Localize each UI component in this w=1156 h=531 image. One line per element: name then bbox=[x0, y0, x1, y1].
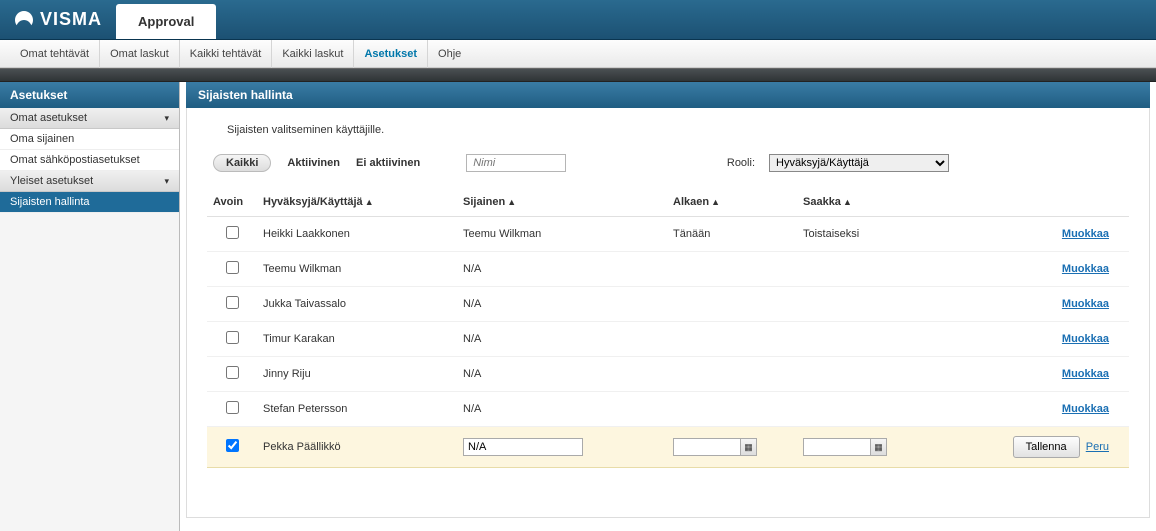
cell-from bbox=[667, 392, 797, 427]
role-select[interactable]: Hyväksyjä/Käyttäjä bbox=[769, 154, 949, 172]
open-checkbox[interactable] bbox=[226, 366, 239, 379]
calendar-icon[interactable]: ▦ bbox=[871, 438, 887, 456]
menu-ohje[interactable]: Ohje bbox=[428, 40, 471, 68]
cell-until bbox=[797, 252, 907, 287]
cell-until bbox=[797, 392, 907, 427]
open-checkbox[interactable] bbox=[226, 439, 239, 452]
page-title: Sijaisten hallinta bbox=[186, 82, 1150, 108]
sidebar-item-oma-sijainen[interactable]: Oma sijainen bbox=[0, 129, 179, 150]
menu-asetukset[interactable]: Asetukset bbox=[354, 40, 428, 68]
cell-until bbox=[797, 322, 907, 357]
col-substitute[interactable]: Sijainen▲ bbox=[457, 188, 667, 217]
filter-inactive-button[interactable]: Ei aktiivinen bbox=[356, 157, 420, 169]
menu-bar: Omat tehtävät Omat laskut Kaikki tehtävä… bbox=[0, 40, 1156, 68]
sort-asc-icon: ▲ bbox=[507, 197, 516, 207]
filter-row: Kaikki Aktiivinen Ei aktiivinen Rooli: H… bbox=[213, 154, 1129, 172]
calendar-icon[interactable]: ▦ bbox=[741, 438, 757, 456]
cell-substitute: N/A bbox=[457, 252, 667, 287]
col-until[interactable]: Saakka▲ bbox=[797, 188, 907, 217]
edit-link[interactable]: Muokkaa bbox=[1062, 298, 1109, 310]
cell-until bbox=[797, 287, 907, 322]
dark-spacer bbox=[0, 68, 1156, 82]
edit-link[interactable]: Muokkaa bbox=[1062, 403, 1109, 415]
open-checkbox[interactable] bbox=[226, 401, 239, 414]
table-row: Timur KarakanN/A Muokkaa bbox=[207, 322, 1129, 357]
edit-link[interactable]: Muokkaa bbox=[1062, 333, 1109, 345]
substitute-input[interactable] bbox=[463, 438, 583, 456]
col-user[interactable]: Hyväksyjä/Käyttäjä▲ bbox=[257, 188, 457, 217]
module-tab-approval[interactable]: Approval bbox=[116, 4, 216, 39]
table-row: Jukka TaivassaloN/A Muokkaa bbox=[207, 287, 1129, 322]
sort-asc-icon: ▲ bbox=[711, 197, 720, 207]
cell-from bbox=[667, 252, 797, 287]
filter-all-button[interactable]: Kaikki bbox=[213, 154, 271, 172]
cell-user: Jinny Riju bbox=[257, 357, 457, 392]
cell-substitute: N/A bbox=[457, 287, 667, 322]
cell-user: Pekka Päällikkö bbox=[257, 427, 457, 468]
col-from[interactable]: Alkaen▲ bbox=[667, 188, 797, 217]
cell-substitute: N/A bbox=[457, 392, 667, 427]
sidebar-group-label: Omat asetukset bbox=[10, 112, 87, 124]
chevron-down-icon: ▾ bbox=[164, 113, 169, 124]
cell-from: Tänään bbox=[667, 217, 797, 252]
open-checkbox[interactable] bbox=[226, 331, 239, 344]
sidebar: Asetukset Omat asetukset ▾ Oma sijainen … bbox=[0, 82, 180, 531]
col-open[interactable]: Avoin bbox=[207, 188, 257, 217]
cell-substitute: N/A bbox=[457, 322, 667, 357]
menu-kaikki-laskut[interactable]: Kaikki laskut bbox=[272, 40, 354, 68]
sidebar-group-yleiset[interactable]: Yleiset asetukset ▾ bbox=[0, 171, 179, 192]
cell-user: Timur Karakan bbox=[257, 322, 457, 357]
cell-substitute: N/A bbox=[457, 357, 667, 392]
menu-omat-laskut[interactable]: Omat laskut bbox=[100, 40, 180, 68]
sidebar-group-label: Yleiset asetukset bbox=[10, 175, 93, 187]
edit-link[interactable]: Muokkaa bbox=[1062, 263, 1109, 275]
sidebar-group-omat[interactable]: Omat asetukset ▾ bbox=[0, 108, 179, 129]
until-date-input[interactable] bbox=[803, 438, 871, 456]
from-date-input[interactable] bbox=[673, 438, 741, 456]
cell-user: Jukka Taivassalo bbox=[257, 287, 457, 322]
open-checkbox[interactable] bbox=[226, 296, 239, 309]
chevron-down-icon: ▾ bbox=[164, 176, 169, 187]
content-area: Sijaisten hallinta Sijaisten valitsemine… bbox=[180, 82, 1156, 531]
visma-swirl-icon bbox=[14, 10, 34, 30]
sort-asc-icon: ▲ bbox=[843, 197, 852, 207]
table-row: Teemu WilkmanN/A Muokkaa bbox=[207, 252, 1129, 287]
cell-user: Teemu Wilkman bbox=[257, 252, 457, 287]
save-button[interactable]: Tallenna bbox=[1013, 436, 1080, 458]
table-row-editing: Pekka Päällikkö ▦ ▦ Tallenna Peru bbox=[207, 427, 1129, 468]
cell-user: Stefan Petersson bbox=[257, 392, 457, 427]
edit-link[interactable]: Muokkaa bbox=[1062, 368, 1109, 380]
menu-kaikki-tehtavat[interactable]: Kaikki tehtävät bbox=[180, 40, 273, 68]
menu-omat-tehtavat[interactable]: Omat tehtävät bbox=[10, 40, 100, 68]
sort-asc-icon: ▲ bbox=[365, 197, 374, 207]
edit-link[interactable]: Muokkaa bbox=[1062, 228, 1109, 240]
sidebar-item-omat-sahkoposti[interactable]: Omat sähköpostiasetukset bbox=[0, 150, 179, 171]
cell-from bbox=[667, 357, 797, 392]
sidebar-item-sijaisten-hallinta[interactable]: Sijaisten hallinta bbox=[0, 192, 179, 213]
page-description: Sijaisten valitseminen käyttäjille. bbox=[227, 124, 1129, 136]
top-bar: VISMA Approval bbox=[0, 0, 1156, 40]
brand-logo: VISMA bbox=[0, 0, 116, 39]
table-row: Stefan PeterssonN/A Muokkaa bbox=[207, 392, 1129, 427]
cell-from bbox=[667, 287, 797, 322]
cell-substitute: Teemu Wilkman bbox=[457, 217, 667, 252]
cancel-link[interactable]: Peru bbox=[1086, 441, 1109, 453]
cell-until: Toistaiseksi bbox=[797, 217, 907, 252]
filter-active-button[interactable]: Aktiivinen bbox=[287, 157, 340, 169]
cell-until bbox=[797, 357, 907, 392]
open-checkbox[interactable] bbox=[226, 226, 239, 239]
substitutes-table: Avoin Hyväksyjä/Käyttäjä▲ Sijainen▲ Alka… bbox=[207, 188, 1129, 468]
role-label: Rooli: bbox=[727, 157, 755, 169]
cell-from bbox=[667, 322, 797, 357]
brand-text: VISMA bbox=[40, 9, 102, 30]
table-row: Jinny RijuN/A Muokkaa bbox=[207, 357, 1129, 392]
table-row: Heikki LaakkonenTeemu WilkmanTänäänToist… bbox=[207, 217, 1129, 252]
sidebar-title: Asetukset bbox=[0, 82, 179, 108]
cell-user: Heikki Laakkonen bbox=[257, 217, 457, 252]
name-filter-input[interactable] bbox=[466, 154, 566, 172]
open-checkbox[interactable] bbox=[226, 261, 239, 274]
